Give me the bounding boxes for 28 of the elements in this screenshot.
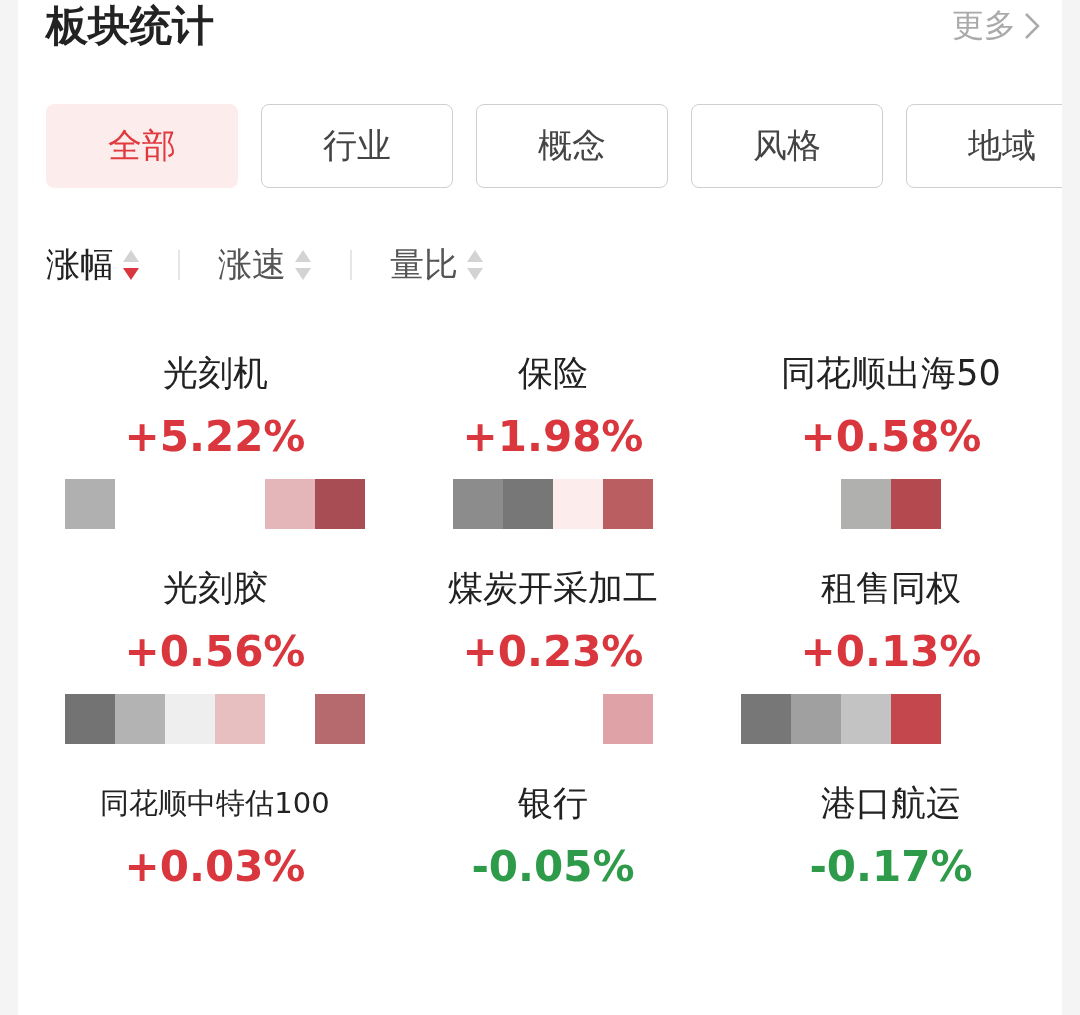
sector-name: 租售同权 <box>821 567 961 610</box>
change-percent: +0.03% <box>124 842 306 891</box>
chevron-right-icon <box>1024 12 1040 40</box>
filter-tab[interactable]: 风格 <box>691 104 883 188</box>
change-percent: +0.58% <box>800 412 982 461</box>
sector-name: 港口航运 <box>821 782 961 825</box>
sort-option[interactable]: 量比 <box>390 242 484 288</box>
filter-tab[interactable]: 概念 <box>476 104 668 188</box>
sector-name: 煤炭开采加工 <box>448 567 658 610</box>
change-percent: +0.13% <box>800 627 982 676</box>
change-percent: +0.23% <box>462 627 644 676</box>
sort-option[interactable]: 涨速 <box>218 242 312 288</box>
section-title: 板块统计 <box>46 0 214 52</box>
change-percent: +0.56% <box>124 627 306 676</box>
sort-option[interactable]: 涨幅 <box>46 242 140 288</box>
filter-tab[interactable]: 地域 <box>906 104 1062 188</box>
filter-tab[interactable]: 行业 <box>261 104 453 188</box>
sector-name: 同花顺出海50 <box>781 352 1001 395</box>
change-percent: -0.17% <box>809 842 973 891</box>
change-percent: +1.98% <box>462 412 644 461</box>
sector-name: 光刻机 <box>162 352 268 395</box>
sector-name: 光刻胶 <box>162 567 268 610</box>
change-percent: -0.05% <box>471 842 635 891</box>
filter-tab[interactable]: 全部 <box>46 104 238 188</box>
sector-name: 保险 <box>518 352 588 395</box>
sector-name: 银行 <box>518 782 588 825</box>
sector-name: 同花顺中特估100 <box>100 785 330 822</box>
change-percent: +5.22% <box>124 412 306 461</box>
